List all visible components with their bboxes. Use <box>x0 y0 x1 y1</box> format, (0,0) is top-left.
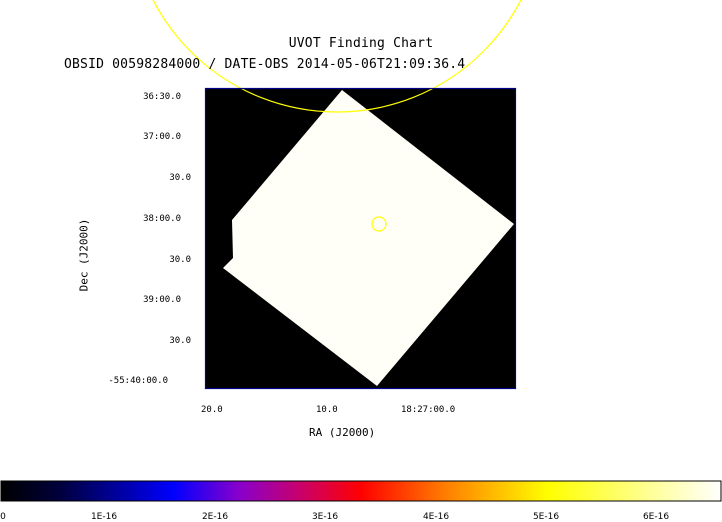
chart-subtitle: OBSID 00598284000 / DATE-OBS 2014-05-06T… <box>64 57 466 72</box>
y-tick: 30.0 <box>169 255 191 265</box>
y-tick: 36:30.0 <box>143 92 181 102</box>
x-tick: 18:27:00.0 <box>401 405 456 415</box>
chart-title: UVOT Finding Chart <box>288 36 434 51</box>
x-tick: 20.0 <box>201 405 223 415</box>
y-tick: 37:00.0 <box>143 132 181 142</box>
y-tick: -55:40:00.0 <box>108 376 168 386</box>
x-tick: 10.0 <box>316 405 338 415</box>
y-tick: 30.0 <box>169 336 191 346</box>
y-tick: 39:00.0 <box>143 295 181 305</box>
y-tick: 30.0 <box>169 173 191 183</box>
x-axis-label: RA (J2000) <box>309 426 376 439</box>
colorbar <box>0 480 722 502</box>
y-axis-label: Dec (J2000) <box>77 218 91 292</box>
y-tick: 38:00.0 <box>143 214 181 224</box>
